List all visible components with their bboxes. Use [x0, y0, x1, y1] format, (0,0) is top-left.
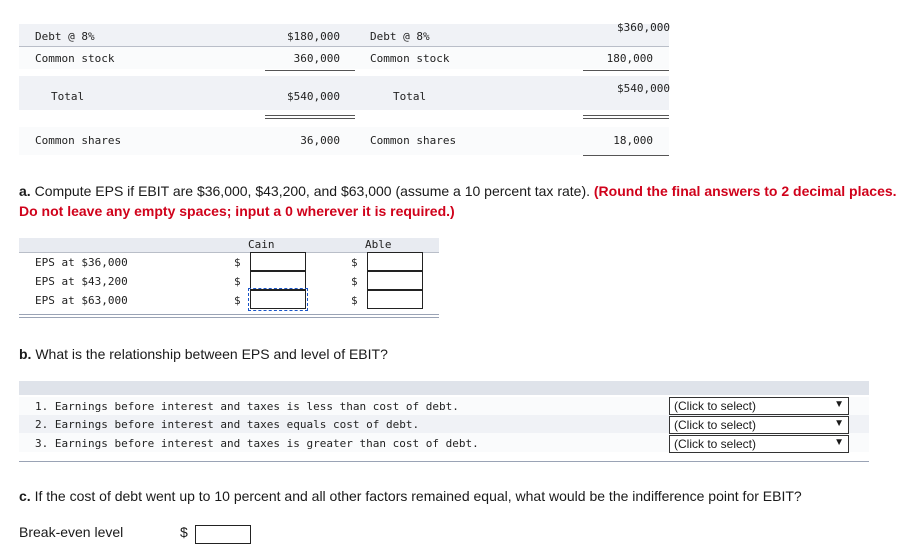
right-debt-label: Debt @ 8%: [370, 30, 430, 43]
part-a-question: a. Compute EPS if EBIT are $36,000, $43,…: [19, 183, 897, 219]
right-shares-value: 18,000: [613, 134, 653, 147]
left-total-value: $540,000: [287, 90, 340, 103]
currency-symbol: $: [234, 294, 241, 307]
relationship-select-3[interactable]: (Click to select) ▼: [669, 435, 849, 453]
right-total-label: Total: [393, 90, 427, 103]
currency-symbol: $: [351, 294, 358, 307]
relationship-statement: 3. Earnings before interest and taxes is…: [35, 437, 479, 450]
break-even-input[interactable]: [195, 525, 251, 544]
cain-eps-36000-input[interactable]: [250, 252, 306, 271]
part-c-question: c. If the cost of debt went up to 10 per…: [19, 488, 802, 504]
left-shares-value: 36,000: [300, 134, 340, 147]
able-eps-43200-input[interactable]: [367, 271, 423, 290]
right-shares-label: Common shares: [370, 134, 457, 147]
left-total-label: Total: [51, 90, 85, 103]
left-stock-value: 360,000: [293, 52, 340, 65]
eps-row-label: EPS at $43,200: [35, 275, 128, 288]
left-debt-value: $180,000: [287, 30, 340, 43]
chevron-down-icon: ▼: [834, 437, 844, 448]
select-value: (Click to select): [674, 399, 757, 413]
part-b-question: b. What is the relationship between EPS …: [19, 346, 388, 362]
relationship-statement: 2. Earnings before interest and taxes eq…: [35, 418, 420, 431]
currency-symbol: $: [351, 275, 358, 288]
able-eps-36000-input[interactable]: [367, 252, 423, 271]
relationship-select-1[interactable]: (Click to select) ▼: [669, 397, 849, 415]
select-value: (Click to select): [674, 418, 757, 432]
chevron-down-icon: ▼: [834, 399, 844, 410]
cain-eps-43200-input[interactable]: [250, 271, 306, 290]
able-eps-63000-input[interactable]: [367, 290, 423, 309]
right-debt-value: $360,000: [617, 21, 670, 34]
cain-eps-63000-input[interactable]: [248, 288, 308, 311]
eps-row-label: EPS at $63,000: [35, 294, 128, 307]
left-shares-label: Common shares: [35, 134, 122, 147]
currency-symbol: $: [180, 524, 188, 540]
right-stock-label: Common stock: [370, 52, 450, 65]
currency-symbol: $: [234, 275, 241, 288]
left-stock-label: Common stock: [35, 52, 115, 65]
currency-symbol: $: [351, 256, 358, 269]
select-value: (Click to select): [674, 437, 757, 451]
relationship-statement: 1. Earnings before interest and taxes is…: [35, 400, 459, 413]
left-debt-label: Debt @ 8%: [35, 30, 95, 43]
right-total-value: $540,000: [617, 82, 670, 95]
break-even-label: Break-even level: [19, 524, 124, 540]
col-header-cain: Cain: [248, 238, 275, 251]
right-stock-value: 180,000: [606, 52, 653, 65]
eps-row-label: EPS at $36,000: [35, 256, 128, 269]
chevron-down-icon: ▼: [834, 418, 844, 429]
col-header-able: Able: [365, 238, 392, 251]
relationship-select-2[interactable]: (Click to select) ▼: [669, 416, 849, 434]
currency-symbol: $: [234, 256, 241, 269]
